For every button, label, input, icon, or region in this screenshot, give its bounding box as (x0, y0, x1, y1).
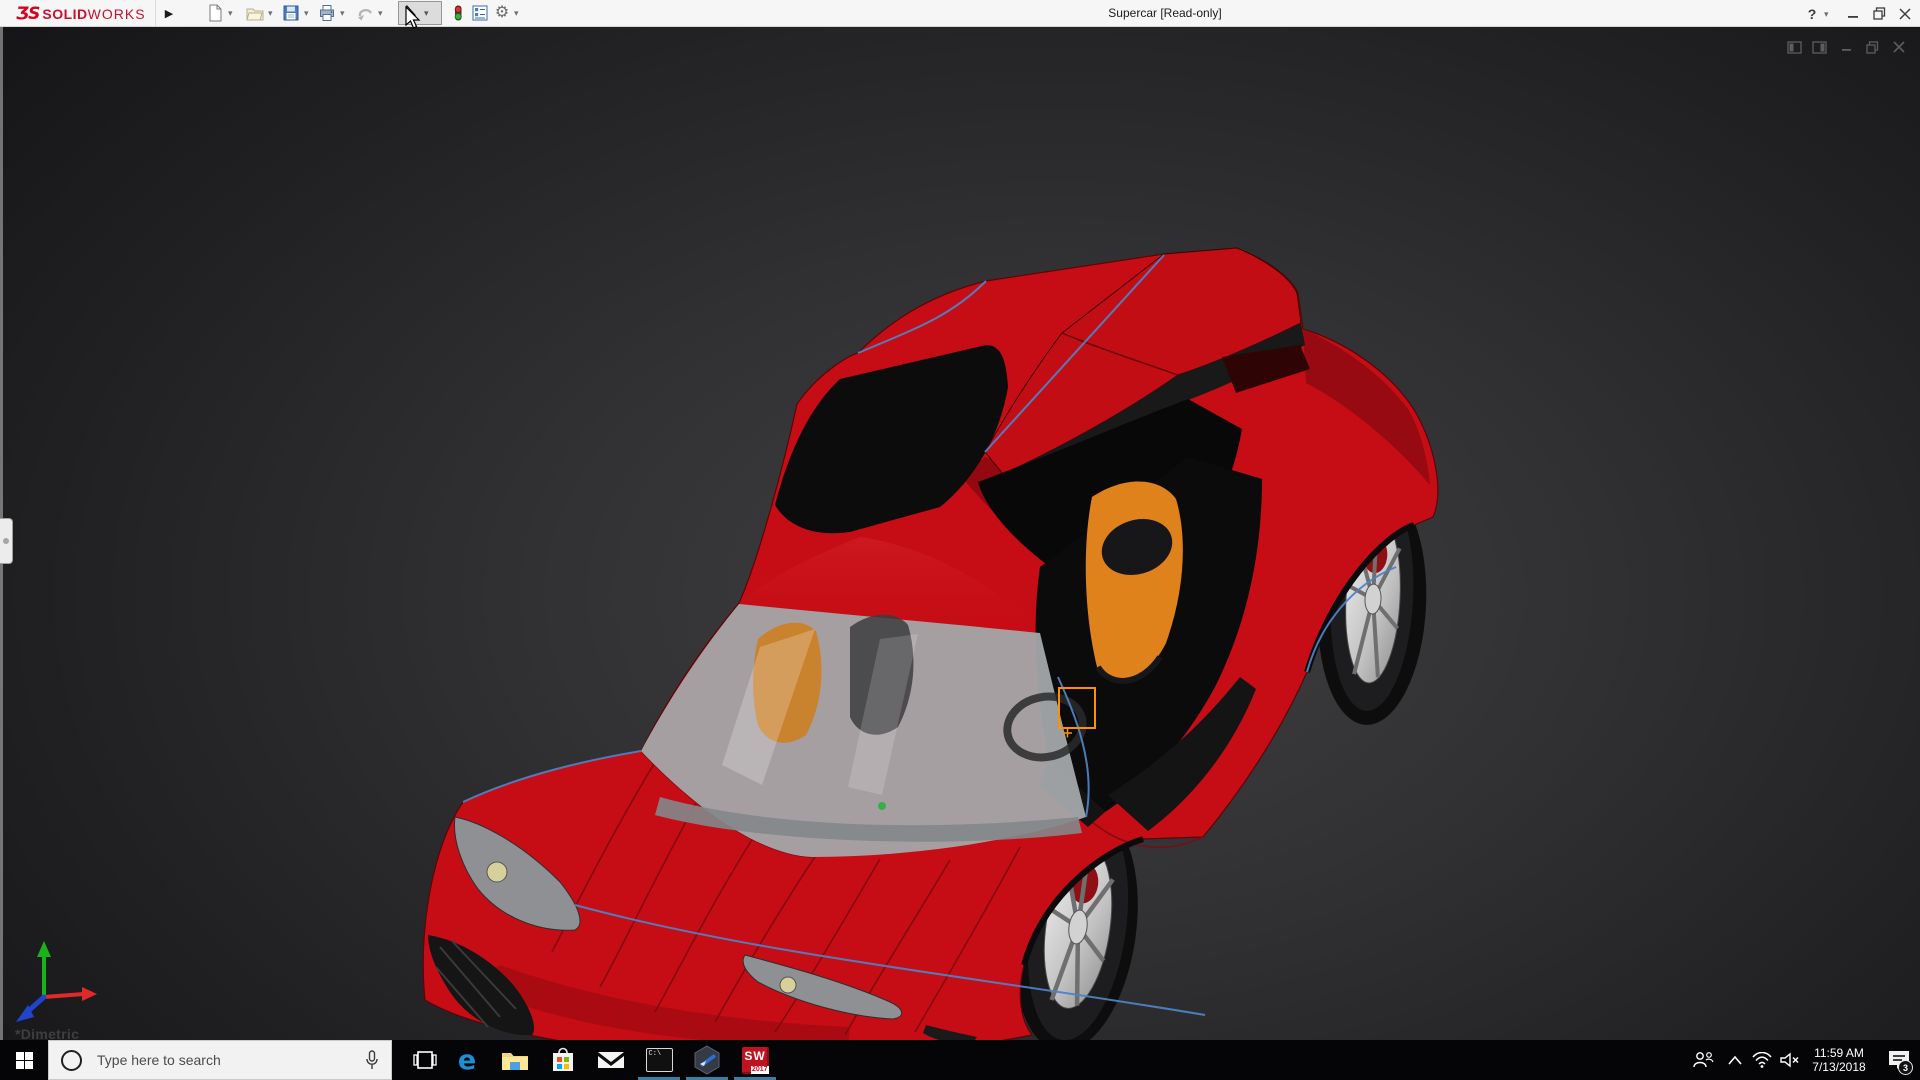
command-prompt-icon: C:\ (646, 1048, 673, 1072)
view-orientation-label: *Dimetric (15, 1026, 79, 1040)
taskbar-solidworks-2017[interactable]: SW 2017 (732, 1040, 778, 1080)
close-button[interactable] (1896, 4, 1914, 23)
system-properties-icon[interactable] (470, 3, 490, 23)
undo-dropdown[interactable]: ▾ (378, 8, 383, 18)
options-gear-icon[interactable]: ⚙ (492, 3, 512, 23)
windows-taskbar: Type here to search e (0, 1040, 1920, 1080)
notification-count-badge: 3 (1898, 1060, 1913, 1075)
file-explorer-icon (501, 1049, 529, 1071)
print-dropdown[interactable]: ▾ (340, 8, 345, 18)
options-dropdown[interactable]: ▾ (514, 8, 519, 18)
taskbar-file-explorer[interactable] (492, 1040, 538, 1080)
new-document-dropdown[interactable]: ▾ (228, 8, 233, 18)
action-center-button[interactable] (1882, 1040, 1916, 1080)
help-dropdown[interactable]: ▾ (1824, 9, 1829, 19)
taskbar-store[interactable] (540, 1040, 586, 1080)
supercar-model[interactable] (0, 27, 1920, 1040)
microphone-icon[interactable] (365, 1050, 379, 1070)
save-icon[interactable] (281, 3, 301, 23)
brand-name-bold: SOLID (42, 6, 87, 22)
rebuild-stoplight-icon[interactable] (448, 3, 468, 23)
show-hidden-icons-button[interactable] (1722, 1040, 1748, 1080)
task-view-button[interactable] (402, 1040, 448, 1080)
reference-triad (16, 941, 97, 1022)
clock-time: 11:59 AM (1799, 1046, 1879, 1060)
restore-button[interactable] (1870, 4, 1888, 23)
print-icon[interactable] (317, 3, 337, 23)
taskbar-clock[interactable]: 11:59 AM 7/13/2018 (1799, 1040, 1879, 1080)
taskbar-mail[interactable] (588, 1040, 634, 1080)
titlebar: ƷS SOLID WORKS ▶ ▾ ▾ ▾ ▾ ▾ ▾ ⚙ ▾ Superca… (0, 0, 1920, 27)
task-view-icon (413, 1050, 437, 1070)
hexagon-app-icon (692, 1045, 722, 1075)
people-tray-button[interactable] (1688, 1040, 1718, 1080)
expand-menu-arrow-icon[interactable]: ▶ (160, 2, 178, 24)
cortana-icon (61, 1050, 82, 1071)
taskbar-edge[interactable]: e (444, 1040, 490, 1080)
chevron-up-icon (1728, 1056, 1742, 1065)
select-tool-button[interactable]: ▾ (398, 1, 442, 25)
new-document-icon[interactable] (205, 3, 225, 23)
open-dropdown[interactable]: ▾ (268, 8, 273, 18)
taskbar-command-prompt[interactable]: C:\ (636, 1040, 682, 1080)
select-arrow-icon (402, 4, 420, 22)
solidworks-2017-icon: SW 2017 (742, 1047, 769, 1074)
network-tray-button[interactable] (1748, 1040, 1776, 1080)
open-icon[interactable] (245, 3, 265, 23)
graphics-viewport[interactable]: *Dimetric (0, 27, 1920, 1040)
dassault-logo-mark: ƷS (16, 4, 39, 24)
microsoft-store-icon (551, 1047, 575, 1073)
clock-date: 7/13/2018 (1799, 1060, 1879, 1074)
undo-icon[interactable] (355, 3, 375, 23)
start-button[interactable] (0, 1040, 48, 1080)
save-dropdown[interactable]: ▾ (304, 8, 309, 18)
brand-name-light: WORKS (88, 6, 146, 22)
divider (155, 0, 156, 26)
taskbar-hexagon-app[interactable] (684, 1040, 730, 1080)
speaker-muted-icon (1780, 1052, 1800, 1068)
minimize-button[interactable] (1844, 4, 1862, 23)
people-icon (1692, 1051, 1714, 1069)
edge-icon: e (458, 1047, 476, 1074)
windows-logo-icon (16, 1052, 33, 1069)
mail-icon (597, 1049, 625, 1071)
solidworks-logo: ƷS SOLID WORKS (16, 3, 146, 25)
help-button[interactable]: ? (1804, 4, 1820, 23)
taskbar-search-input[interactable]: Type here to search (48, 1040, 392, 1080)
search-placeholder: Type here to search (97, 1052, 365, 1068)
wifi-icon (1752, 1052, 1772, 1068)
window-title: Supercar [Read-only] (1040, 6, 1290, 20)
select-dropdown[interactable]: ▾ (424, 8, 429, 19)
